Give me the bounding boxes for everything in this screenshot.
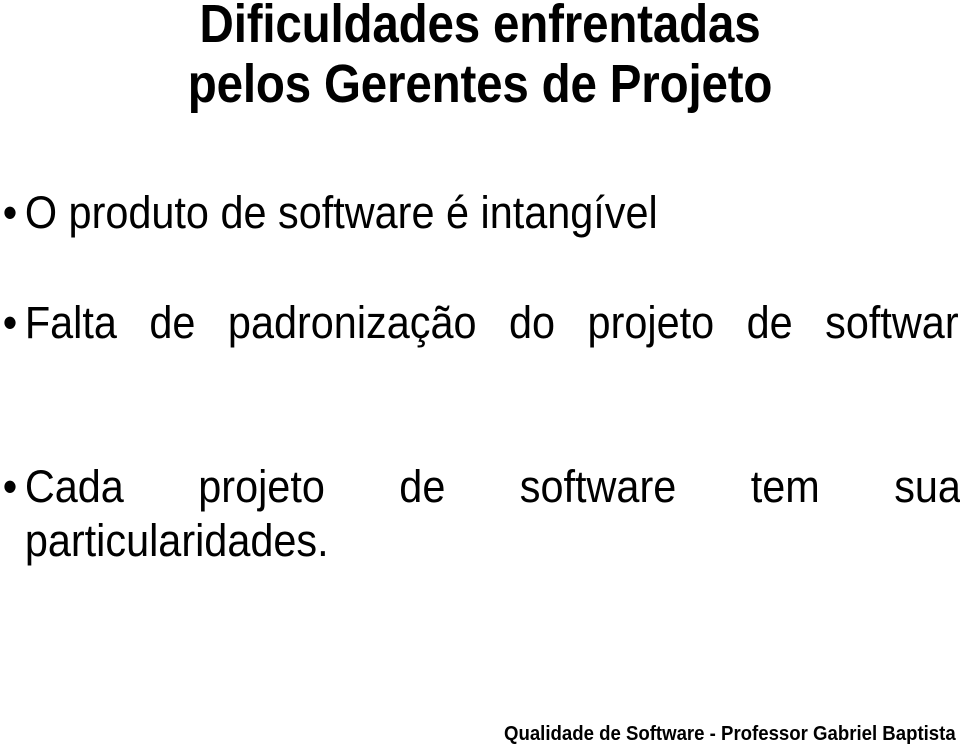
bullet-marker-icon: • bbox=[2, 187, 18, 238]
bullet-item-3-text: Cada projeto de software tem suas partic… bbox=[24, 461, 960, 566]
bullet-item-1: • O produto de software é intangível bbox=[0, 186, 960, 240]
slide-canvas: Dificuldades enfrentadas pelos Gerentes … bbox=[0, 0, 960, 749]
page-title-line-2: pelos Gerentes de Projeto bbox=[187, 54, 773, 114]
bullet-list: • O produto de software é intangível • Fal… bbox=[0, 186, 960, 622]
bullet-item-2: • Falta de padronização do projeto de sof… bbox=[0, 296, 960, 404]
bullet-marker-icon: • bbox=[2, 297, 18, 348]
page-title-line-1: Dificuldades enfrentadas bbox=[199, 0, 761, 54]
bullet-item-3: • Cada projeto de software tem suas parti… bbox=[0, 460, 960, 622]
bullet-item-2-text: Falta de padronização do projeto de soft… bbox=[24, 297, 960, 348]
slide-footer: Qualidade de Software - Professor Gabrie… bbox=[504, 723, 956, 745]
bullet-item-1-text: O produto de software é intangível bbox=[24, 187, 658, 238]
page-title: Dificuldades enfrentadas pelos Gerentes … bbox=[0, 0, 960, 114]
bullet-marker-icon: • bbox=[2, 461, 18, 512]
